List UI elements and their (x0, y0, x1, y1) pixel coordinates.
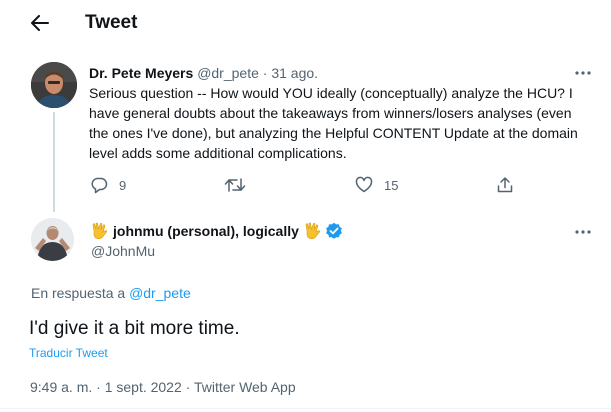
tweet-date[interactable]: 31 ago. (271, 65, 318, 81)
translate-tweet-link[interactable]: Traducir Tweet (29, 346, 108, 360)
reply-prefix: En respuesta a (31, 285, 126, 301)
verified-badge-icon (326, 222, 342, 239)
arrow-left-icon (31, 15, 49, 31)
thread-line (53, 112, 55, 212)
vulcan-salute-icon (305, 222, 320, 240)
tweet-text: I'd give it a bit more time. (29, 318, 240, 339)
tweet-author-row: Dr. Pete Meyers @dr_pete · 31 ago. (89, 64, 318, 82)
back-button[interactable] (26, 10, 54, 36)
tweet-metadata: 9:49 a. m. · 1 sept. 2022 · Twitter Web … (30, 379, 296, 395)
avatar[interactable] (31, 62, 77, 108)
more-icon (575, 71, 591, 75)
more-icon (575, 230, 591, 234)
avatar[interactable] (31, 218, 74, 261)
share-button[interactable] (496, 175, 514, 195)
retweet-icon (224, 178, 246, 192)
author-handle[interactable]: @JohnMu (91, 243, 155, 259)
reply-button[interactable]: 9 (90, 175, 126, 195)
more-options-button[interactable] (572, 225, 594, 239)
reply-count: 9 (119, 177, 127, 193)
author-name[interactable]: johnmu (personal), logically (113, 223, 299, 239)
avatar-photo (31, 62, 77, 108)
divider (0, 408, 611, 409)
retweet-button[interactable] (224, 175, 246, 195)
vulcan-salute-icon (92, 222, 107, 240)
reply-icon (91, 177, 108, 194)
separator: · (262, 65, 268, 81)
share-icon (497, 177, 513, 193)
more-options-button[interactable] (572, 66, 594, 80)
reply-to-link[interactable]: @dr_pete (129, 285, 191, 301)
author-handle[interactable]: @dr_pete (197, 65, 259, 81)
tweet-author-row: johnmu (personal), logically (91, 221, 343, 241)
heart-icon (355, 176, 373, 193)
author-name[interactable]: Dr. Pete Meyers (89, 65, 193, 81)
like-count: 15 (384, 177, 399, 193)
page-title: Tweet (85, 12, 138, 33)
avatar-photo (31, 218, 74, 261)
tweet-text: Serious question -- How would YOU ideall… (89, 85, 578, 161)
like-button[interactable]: 15 (355, 175, 398, 195)
reply-context: En respuesta a @dr_pete (31, 285, 191, 301)
page-header: Tweet (0, 0, 611, 46)
